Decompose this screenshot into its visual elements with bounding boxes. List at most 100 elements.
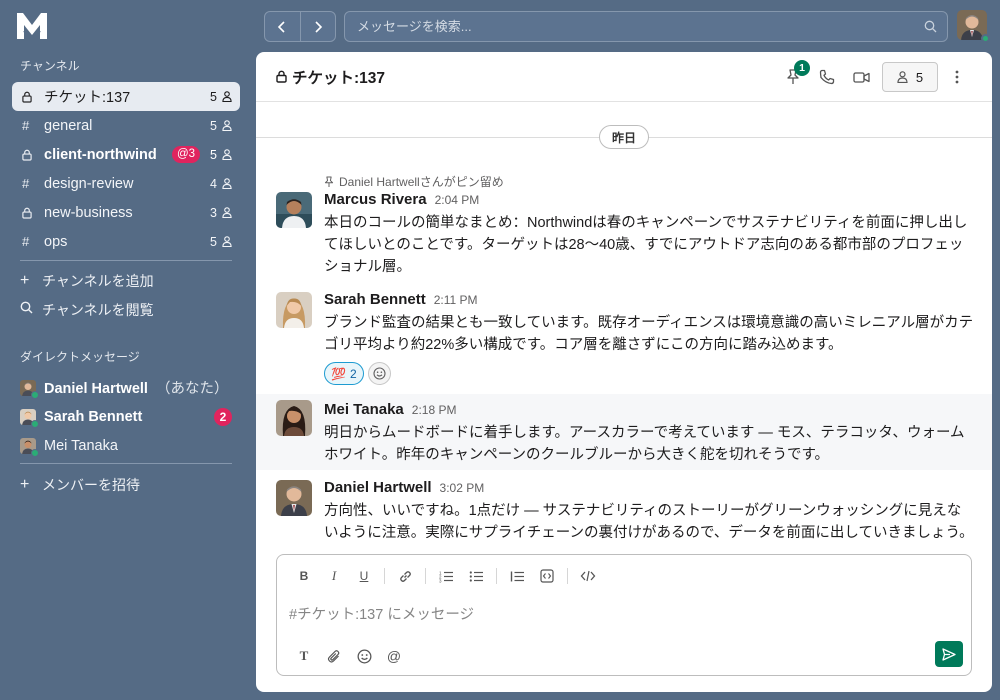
- message[interactable]: Daniel Hartwell 3:02 PM 方向性、いいですね。1点だけ —…: [256, 476, 992, 552]
- video-button[interactable]: [844, 61, 878, 93]
- add-channel-button[interactable]: + チャンネルを追加: [20, 271, 154, 291]
- author-avatar[interactable]: [276, 192, 312, 228]
- sidebar-divider: [20, 260, 232, 261]
- search-bar[interactable]: [344, 11, 948, 42]
- call-button[interactable]: [810, 61, 844, 93]
- message-timestamp[interactable]: 2:11 PM: [434, 293, 478, 307]
- sidebar-channel-item[interactable]: new-business 3: [12, 198, 240, 227]
- add-channel-label: チャンネルを追加: [42, 273, 154, 289]
- member-count-value: 5: [210, 234, 217, 249]
- user-avatar[interactable]: [957, 10, 990, 43]
- author-avatar[interactable]: [276, 480, 312, 516]
- bullet-list-button[interactable]: [461, 565, 491, 587]
- chevron-right-icon: [315, 20, 322, 33]
- message[interactable]: Sarah Bennett 2:11 PM ブランド監査の結果とも一致しています…: [256, 288, 992, 392]
- channel-header: チケット:137 1 5: [256, 52, 992, 102]
- mention-button[interactable]: @: [379, 645, 409, 667]
- phone-icon: [819, 69, 835, 85]
- reaction-emoji: 💯: [331, 366, 346, 381]
- history-nav: [264, 11, 336, 42]
- text-format-button[interactable]: T: [289, 645, 319, 667]
- blockquote-icon: [510, 571, 524, 581]
- sidebar-dm-item[interactable]: Daniel Hartwell （あなた）: [12, 373, 240, 402]
- more-options-button[interactable]: [946, 61, 968, 93]
- member-count: 5: [915, 69, 924, 85]
- author-name[interactable]: Mei Tanaka: [324, 401, 404, 418]
- unread-count-badge: 2: [214, 407, 232, 426]
- workspace-logo[interactable]: [16, 11, 48, 41]
- code-button[interactable]: [532, 565, 562, 587]
- sidebar-channel-item[interactable]: # design-review 4: [12, 169, 240, 198]
- paperclip-icon: [327, 649, 340, 663]
- italic-button[interactable]: I: [319, 565, 349, 587]
- send-button[interactable]: [935, 641, 963, 667]
- code-block-button[interactable]: [573, 565, 603, 587]
- sidebar-dm-item[interactable]: Sarah Bennett 2: [12, 402, 240, 431]
- dm-name: Daniel Hartwell: [44, 381, 148, 397]
- message[interactable]: Mei Tanaka 2:18 PM 明日からムードボードに着手します。アースカ…: [256, 394, 992, 470]
- channel-list: チケット:137 5 # general 5 client-northwind @3 5 # de…: [12, 82, 240, 256]
- hash-icon: #: [22, 234, 30, 249]
- message-composer: B I U 123 #チケット:137 にメッセージ T @: [276, 554, 972, 676]
- avatar: [20, 379, 39, 399]
- browse-channels-button[interactable]: チャンネルを閲覧: [20, 300, 154, 320]
- forward-button[interactable]: [299, 12, 336, 41]
- search-icon[interactable]: [924, 20, 937, 33]
- pin-count-badge: 1: [794, 60, 810, 76]
- back-button[interactable]: [265, 12, 300, 41]
- smiley-icon: [357, 649, 371, 663]
- message-timestamp[interactable]: 2:18 PM: [412, 403, 457, 417]
- search-icon: [20, 301, 42, 319]
- video-icon: [852, 71, 870, 83]
- dm-name-wrap: Mei Tanaka: [44, 438, 232, 454]
- sidebar-dm-item[interactable]: Mei Tanaka: [12, 431, 240, 460]
- attach-button[interactable]: [319, 645, 349, 667]
- underline-icon: U: [359, 569, 369, 583]
- author-name[interactable]: Sarah Bennett: [324, 291, 426, 308]
- online-status-dot: [31, 419, 39, 428]
- author-avatar[interactable]: [276, 400, 312, 436]
- date-pill[interactable]: 昨日: [599, 125, 649, 149]
- channel-name: design-review: [44, 175, 134, 192]
- header-actions: 1 5: [776, 60, 968, 93]
- hash-icon: #: [22, 118, 30, 133]
- message-input[interactable]: [289, 603, 949, 627]
- emoji-button[interactable]: [349, 645, 379, 667]
- mention-badge: @3: [171, 146, 201, 163]
- sidebar-channel-item[interactable]: # general 5: [12, 111, 240, 140]
- lock-icon: [276, 70, 287, 83]
- channel-title[interactable]: チケット:137: [276, 66, 385, 88]
- online-status-dot: [981, 34, 990, 43]
- sidebar-channel-item[interactable]: client-northwind @3 5: [12, 140, 240, 169]
- message[interactable]: Marcus Rivera 2:04 PM 本日のコールの簡単なまとめ：Nort…: [256, 188, 992, 280]
- bold-button[interactable]: B: [289, 565, 319, 587]
- channel-member-count: 5: [210, 90, 232, 104]
- toolbar-separator: [496, 568, 497, 584]
- sidebar-channel-item[interactable]: # ops 5: [12, 227, 240, 256]
- browse-channels-label: チャンネルを閲覧: [42, 302, 154, 318]
- blockquote-button[interactable]: [502, 565, 532, 587]
- underline-button[interactable]: U: [349, 565, 379, 587]
- author-avatar[interactable]: [276, 292, 312, 328]
- bullet-list-icon: [469, 570, 483, 582]
- add-reaction-button[interactable]: [367, 362, 391, 385]
- message-timestamp[interactable]: 3:02 PM: [440, 481, 485, 495]
- member-count-value: 3: [210, 205, 217, 220]
- pins-button[interactable]: 1: [776, 60, 810, 93]
- dm-name-wrap: Sarah Bennett: [44, 409, 214, 425]
- member-count-value: 4: [210, 176, 217, 191]
- members-button[interactable]: 5: [882, 62, 938, 92]
- sidebar-channel-item[interactable]: チケット:137 5: [12, 82, 240, 111]
- reaction-count: 2: [349, 366, 357, 381]
- invite-members-label: メンバーを招待: [42, 477, 140, 493]
- message-text: 方向性、いいですね。1点だけ — サステナビリティのストーリーがグリーンウォッシ…: [324, 503, 974, 541]
- link-button[interactable]: [390, 565, 420, 587]
- author-name[interactable]: Marcus Rivera: [324, 191, 427, 208]
- ordered-list-button[interactable]: 123: [431, 565, 461, 587]
- invite-members-button[interactable]: + メンバーを招待: [20, 475, 140, 495]
- author-name[interactable]: Daniel Hartwell: [324, 479, 432, 496]
- search-input[interactable]: [357, 19, 924, 34]
- dm-name-wrap: Daniel Hartwell （あなた）: [44, 377, 232, 398]
- message-timestamp[interactable]: 2:04 PM: [435, 193, 480, 207]
- reaction-chip[interactable]: 💯 2: [324, 362, 364, 385]
